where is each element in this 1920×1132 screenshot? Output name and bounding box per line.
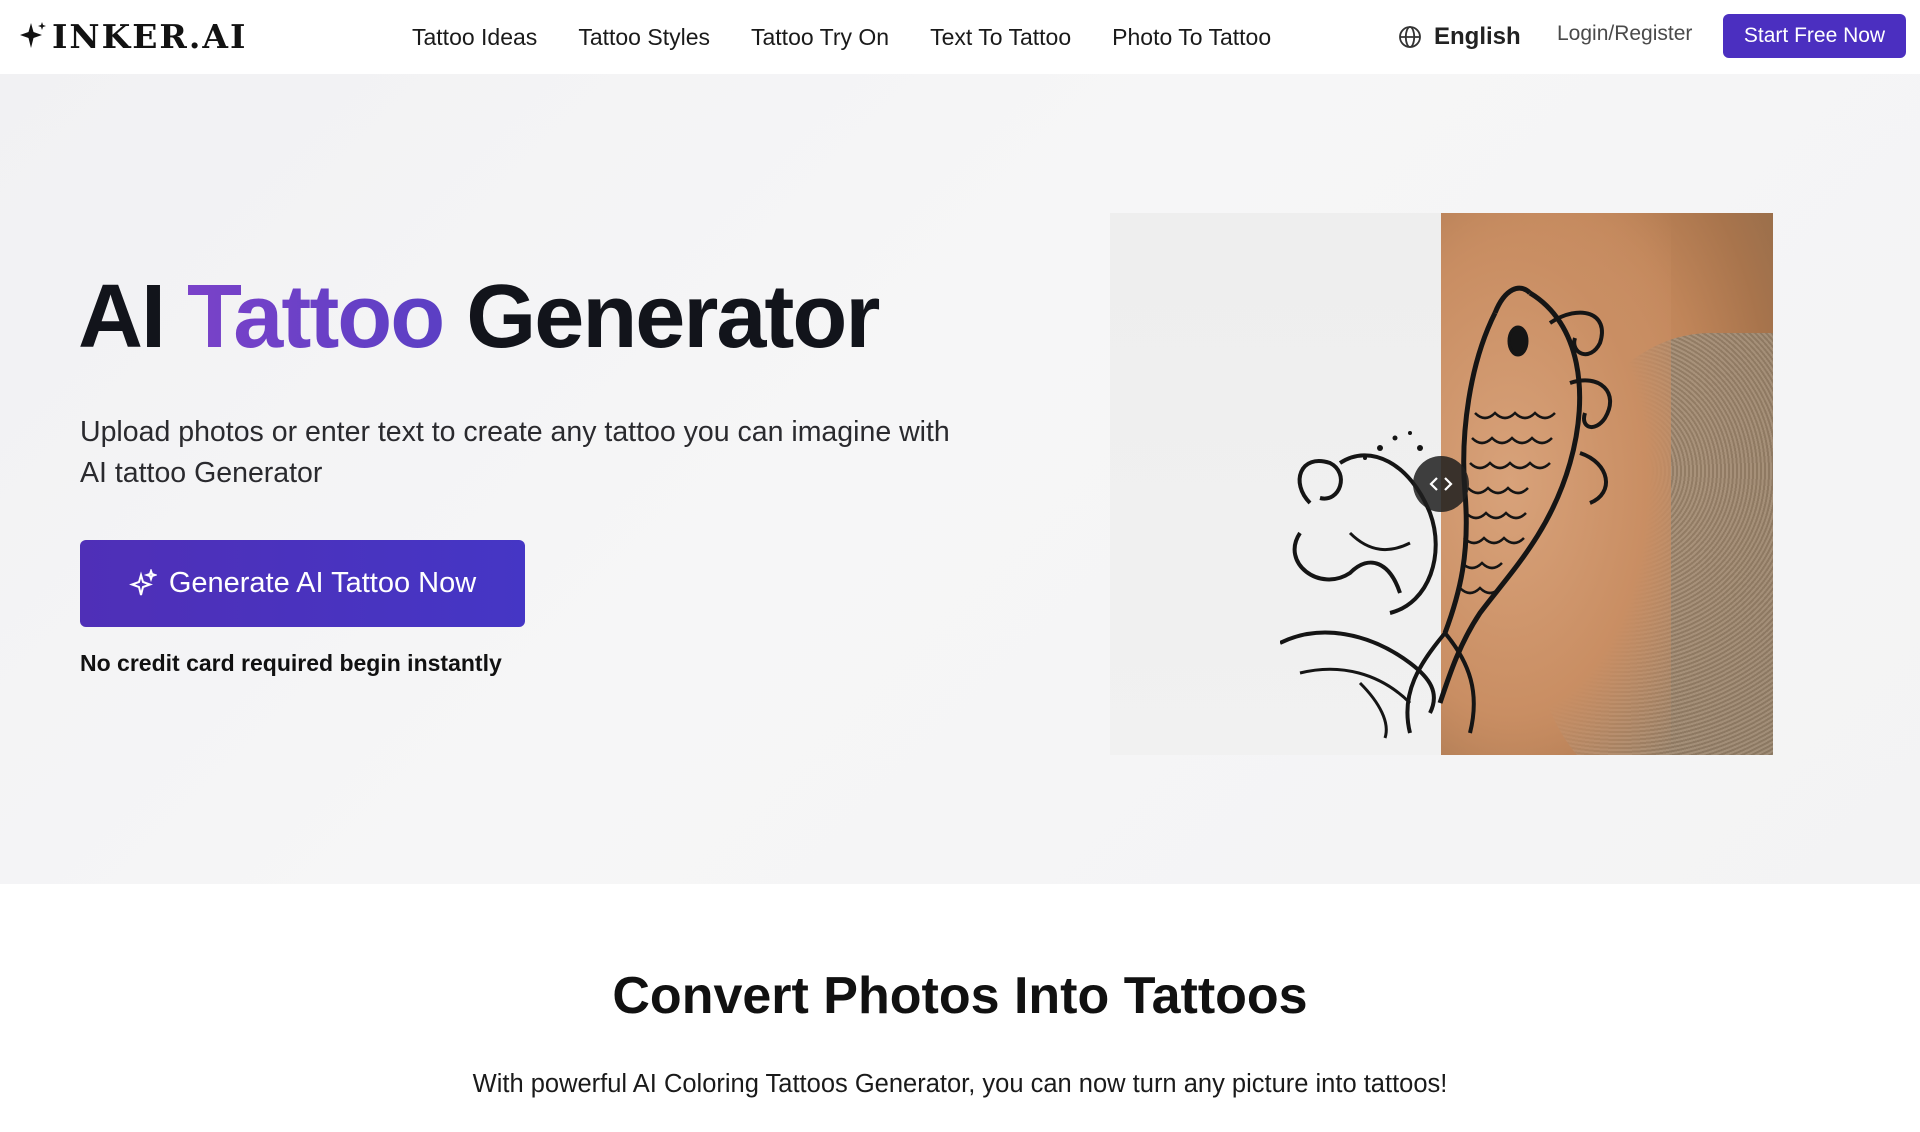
globe-icon — [1399, 26, 1421, 48]
language-selector[interactable]: English — [1398, 19, 1521, 55]
nav-item-tattoo-ideas[interactable]: Tattoo Ideas — [412, 24, 537, 51]
logo[interactable]: INKER.AI — [20, 16, 247, 56]
hero-section: AI Tattoo Generator Upload photos or ent… — [0, 74, 1920, 884]
hero-title-part1: AI — [78, 267, 188, 367]
hero-title: AI Tattoo Generator — [78, 272, 880, 362]
site-header: INKER.AI Tattoo Ideas Tattoo Styles Tatt… — [0, 0, 1920, 74]
section-subtitle: With powerful AI Coloring Tattoos Genera… — [472, 1070, 1448, 1098]
code-arrows-icon — [1429, 477, 1453, 491]
hero-subtitle: Upload photos or enter text to create an… — [80, 416, 950, 489]
hero-title-part2: Generator — [443, 267, 880, 367]
start-free-now-button[interactable]: Start Free Now — [1723, 14, 1906, 58]
section-title: Convert Photos Into Tattoos — [612, 967, 1308, 1025]
compare-slider-handle[interactable] — [1413, 456, 1469, 512]
nav-item-tattoo-try-on[interactable]: Tattoo Try On — [751, 24, 889, 51]
nav-item-tattoo-styles[interactable]: Tattoo Styles — [578, 24, 710, 51]
generate-tattoo-button-label: Generate AI Tattoo Now — [168, 567, 477, 599]
nav-item-text-to-tattoo[interactable]: Text To Tattoo — [930, 24, 1071, 51]
hero-title-accent: Tattoo — [187, 267, 445, 367]
sparkle-icon — [20, 22, 46, 48]
generate-tattoo-button[interactable]: Generate AI Tattoo Now — [80, 540, 525, 627]
language-label: English — [1434, 23, 1521, 50]
no-credit-card-note: No credit card required begin instantly — [80, 650, 502, 676]
before-after-compare[interactable] — [1110, 213, 1773, 755]
logo-text: INKER.AI — [52, 16, 248, 56]
login-register-link[interactable]: Login/Register — [1557, 22, 1692, 46]
main-nav: Tattoo Ideas Tattoo Styles Tattoo Try On… — [412, 18, 1312, 56]
sparkle-icon — [128, 568, 157, 595]
nav-item-photo-to-tattoo[interactable]: Photo To Tattoo — [1112, 24, 1271, 51]
